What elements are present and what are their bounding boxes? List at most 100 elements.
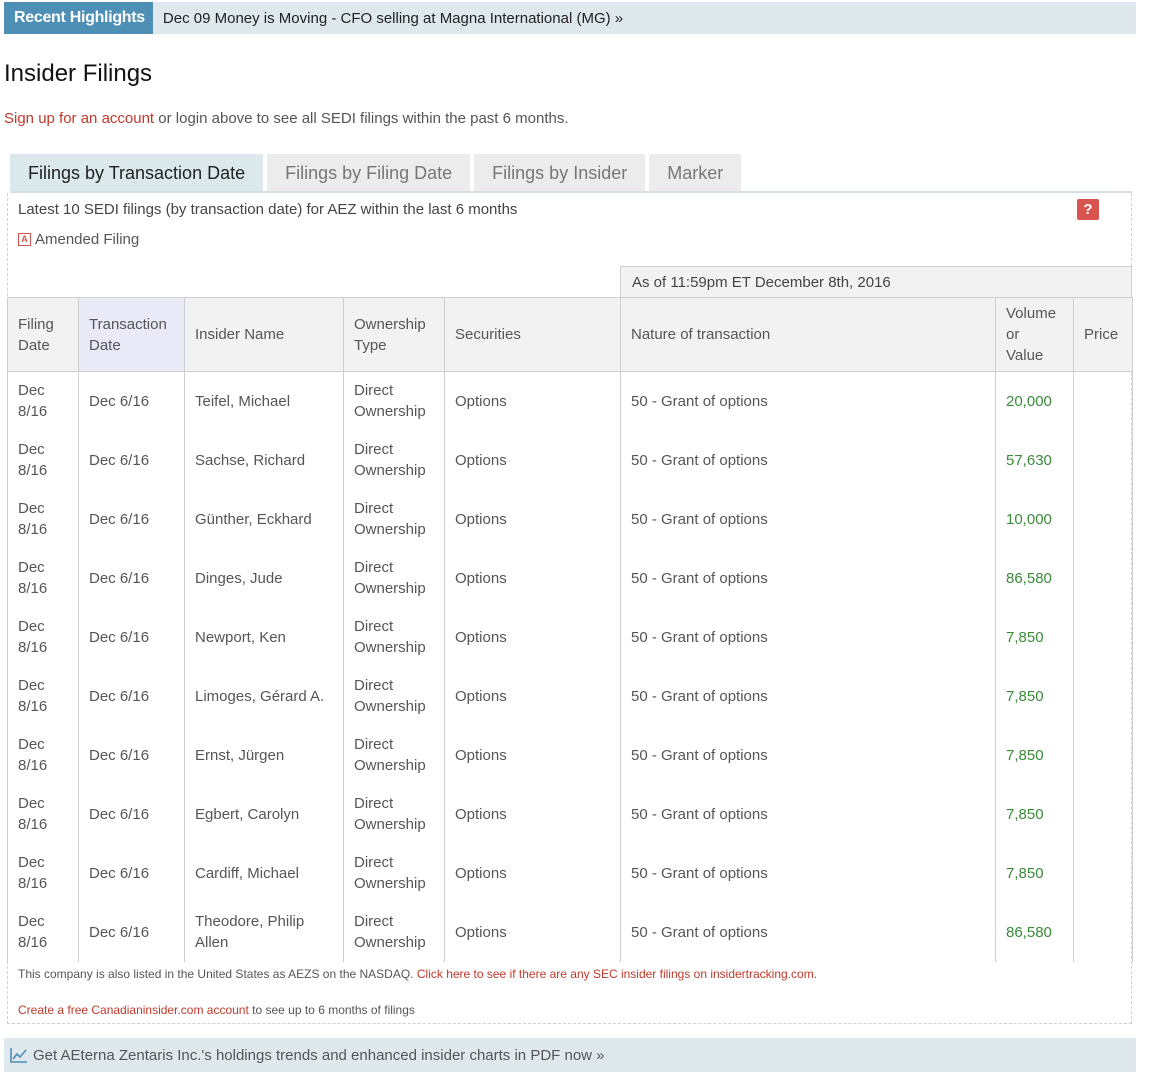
recent-highlights-bar: Recent Highlights Dec 09 Money is Moving… bbox=[4, 2, 1136, 34]
cell-price bbox=[1073, 371, 1133, 431]
header-nature[interactable]: Nature of transaction bbox=[620, 297, 996, 372]
cell-price bbox=[1073, 784, 1133, 844]
table-row: Dec 8/16 Dec 6/16 Günther, Eckhard Direct Own… bbox=[7, 489, 1133, 549]
pdf-charts-text: Get AEterna Zentaris Inc.'s holdings tre… bbox=[33, 1046, 605, 1064]
table-row: Dec 8/16 Dec 6/16 Theodore, Philip Allen Dire… bbox=[7, 902, 1133, 962]
cell-securities: Options bbox=[444, 430, 621, 490]
as-of-timestamp: As of 11:59pm ET December 8th, 2016 bbox=[620, 266, 1132, 298]
pdf-charts-bar[interactable]: Get AEterna Zentaris Inc.'s holdings tre… bbox=[4, 1038, 1136, 1072]
help-icon[interactable]: ? bbox=[1077, 199, 1099, 220]
sec-filings-link[interactable]: Click here to see if there are any SEC i… bbox=[417, 967, 817, 981]
nasdaq-text: This company is also listed in the Unite… bbox=[18, 967, 417, 981]
cell-transaction-date: Dec 6/16 bbox=[78, 902, 185, 962]
cell-insider-name[interactable]: Cardiff, Michael bbox=[184, 843, 344, 903]
cell-insider-name[interactable]: Newport, Ken bbox=[184, 607, 344, 667]
cell-transaction-date: Dec 6/16 bbox=[78, 784, 185, 844]
cell-transaction-date: Dec 6/16 bbox=[78, 666, 185, 726]
table-row: Dec 8/16 Dec 6/16 Ernst, Jürgen Direct Owners… bbox=[7, 725, 1133, 785]
latest-filings-caption: Latest 10 SEDI filings (by transaction d… bbox=[18, 201, 518, 218]
cell-filing-date: Dec 8/16 bbox=[7, 843, 79, 903]
table-row: Dec 8/16 Dec 6/16 Newport, Ken Direct Ownersh… bbox=[7, 607, 1133, 667]
table-row: Dec 8/16 Dec 6/16 Dinges, Jude Direct Ownersh… bbox=[7, 548, 1133, 608]
highlight-news-link[interactable]: Dec 09 Money is Moving - CFO selling at … bbox=[163, 10, 623, 27]
filings-tabs: Filings by Transaction Date Filings by F… bbox=[10, 154, 742, 192]
cell-filing-date: Dec 8/16 bbox=[7, 666, 79, 726]
tab-insider[interactable]: Filings by Insider bbox=[474, 154, 646, 192]
cell-nature: 50 - Grant of options bbox=[620, 548, 996, 608]
cell-securities: Options bbox=[444, 784, 621, 844]
cell-ownership-type: Direct Ownership bbox=[343, 725, 445, 785]
header-insider-name[interactable]: Insider Name bbox=[184, 297, 344, 372]
cell-filing-date: Dec 8/16 bbox=[7, 607, 79, 667]
tab-filing-date[interactable]: Filings by Filing Date bbox=[267, 154, 471, 192]
cell-nature: 50 - Grant of options bbox=[620, 784, 996, 844]
filings-table-body: Dec 8/16 Dec 6/16 Teifel, Michael Direct Owne… bbox=[7, 371, 1133, 962]
cell-securities: Options bbox=[444, 666, 621, 726]
header-transaction-date[interactable]: Transaction Date bbox=[78, 297, 185, 372]
cell-transaction-date: Dec 6/16 bbox=[78, 430, 185, 490]
cell-insider-name[interactable]: Teifel, Michael bbox=[184, 371, 344, 431]
cell-securities: Options bbox=[444, 489, 621, 549]
cell-price bbox=[1073, 489, 1133, 549]
cell-ownership-type: Direct Ownership bbox=[343, 843, 445, 903]
cell-filing-date: Dec 8/16 bbox=[7, 784, 79, 844]
cell-volume: 7,850 bbox=[995, 784, 1074, 844]
cell-securities: Options bbox=[444, 548, 621, 608]
cell-nature: 50 - Grant of options bbox=[620, 902, 996, 962]
table-row: Dec 8/16 Dec 6/16 Limoges, Gérard A. Direct O… bbox=[7, 666, 1133, 726]
cell-insider-name[interactable]: Dinges, Jude bbox=[184, 548, 344, 608]
cell-price bbox=[1073, 843, 1133, 903]
cell-volume: 57,630 bbox=[995, 430, 1074, 490]
cell-filing-date: Dec 8/16 bbox=[7, 725, 79, 785]
cell-ownership-type: Direct Ownership bbox=[343, 548, 445, 608]
cell-price bbox=[1073, 902, 1133, 962]
header-price[interactable]: Price bbox=[1073, 297, 1133, 372]
cell-insider-name[interactable]: Theodore, Philip Allen bbox=[184, 902, 344, 962]
cell-insider-name[interactable]: Egbert, Carolyn bbox=[184, 784, 344, 844]
cell-price bbox=[1073, 725, 1133, 785]
create-account-text: to see up to 6 months of filings bbox=[248, 1003, 415, 1017]
page-title: Insider Filings bbox=[4, 60, 153, 87]
header-securities[interactable]: Securities bbox=[444, 297, 621, 372]
cell-nature: 50 - Grant of options bbox=[620, 666, 996, 726]
cell-volume: 7,850 bbox=[995, 843, 1074, 903]
cell-filing-date: Dec 8/16 bbox=[7, 489, 79, 549]
header-volume[interactable]: Volume or Value bbox=[995, 297, 1074, 372]
cell-transaction-date: Dec 6/16 bbox=[78, 843, 185, 903]
cell-insider-name[interactable]: Limoges, Gérard A. bbox=[184, 666, 344, 726]
tab-transaction-date[interactable]: Filings by Transaction Date bbox=[10, 154, 264, 192]
cell-securities: Options bbox=[444, 725, 621, 785]
cell-price bbox=[1073, 430, 1133, 490]
table-header-row: Filing Date Transaction Date Insider Name … bbox=[7, 297, 1133, 372]
cell-nature: 50 - Grant of options bbox=[620, 489, 996, 549]
cell-nature: 50 - Grant of options bbox=[620, 843, 996, 903]
header-ownership-type[interactable]: Ownership Type bbox=[343, 297, 445, 372]
cell-volume: 7,850 bbox=[995, 725, 1074, 785]
header-filing-date[interactable]: Filing Date bbox=[7, 297, 79, 372]
cell-ownership-type: Direct Ownership bbox=[343, 902, 445, 962]
cell-transaction-date: Dec 6/16 bbox=[78, 607, 185, 667]
cell-volume: 86,580 bbox=[995, 902, 1074, 962]
tab-marker[interactable]: Marker bbox=[649, 154, 742, 192]
signup-text: or login above to see all SEDI filings w… bbox=[154, 110, 569, 127]
cell-nature: 50 - Grant of options bbox=[620, 607, 996, 667]
create-account-link[interactable]: Create a free Canadianinsider.com accoun… bbox=[18, 1003, 249, 1017]
amended-label: Amended Filing bbox=[35, 231, 140, 248]
cell-securities: Options bbox=[444, 607, 621, 667]
signup-link[interactable]: Sign up for an account bbox=[4, 110, 154, 127]
cell-volume: 7,850 bbox=[995, 666, 1074, 726]
cell-insider-name[interactable]: Günther, Eckhard bbox=[184, 489, 344, 549]
cell-insider-name[interactable]: Ernst, Jürgen bbox=[184, 725, 344, 785]
cell-securities: Options bbox=[444, 902, 621, 962]
cell-ownership-type: Direct Ownership bbox=[343, 489, 445, 549]
cell-volume: 10,000 bbox=[995, 489, 1074, 549]
cell-insider-name[interactable]: Sachse, Richard bbox=[184, 430, 344, 490]
cell-ownership-type: Direct Ownership bbox=[343, 784, 445, 844]
cell-transaction-date: Dec 6/16 bbox=[78, 548, 185, 608]
cell-transaction-date: Dec 6/16 bbox=[78, 489, 185, 549]
amended-icon: A bbox=[18, 233, 31, 246]
table-row: Dec 8/16 Dec 6/16 Teifel, Michael Direct Owne… bbox=[7, 371, 1133, 431]
cell-filing-date: Dec 8/16 bbox=[7, 430, 79, 490]
amended-legend: A Amended Filing bbox=[18, 231, 139, 248]
create-account-notice: Create a free Canadianinsider.com accoun… bbox=[18, 1003, 415, 1017]
